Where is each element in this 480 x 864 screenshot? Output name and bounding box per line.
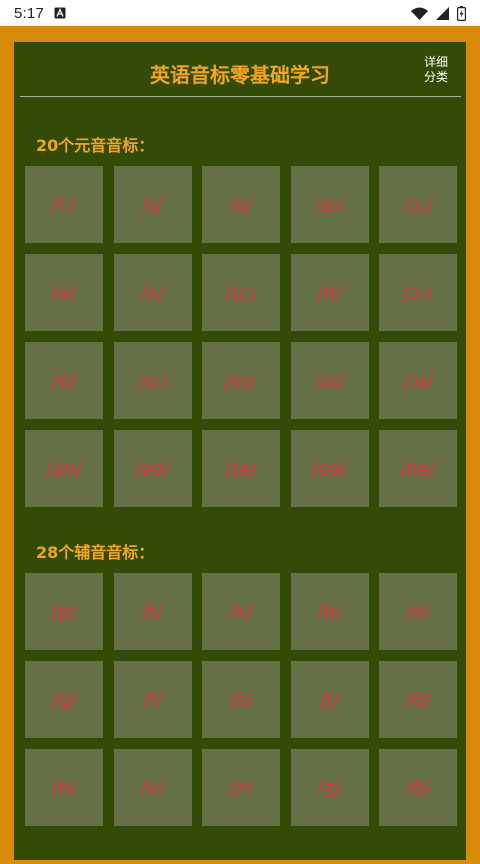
signal-icon	[436, 6, 449, 20]
consonant-tile[interactable]: /ð/	[379, 749, 457, 826]
vowel-tile[interactable]: /uː/	[202, 254, 280, 331]
vowel-tile[interactable]: /iː/	[25, 166, 103, 243]
consonants-section-title: 28个辅音音标：	[36, 543, 155, 562]
vowel-tile[interactable]: /əʊ/	[113, 430, 192, 507]
vowel-tile[interactable]: /ɪə/	[202, 430, 280, 507]
vowel-grid: /iː//ɪ//e//æ//ɜː/ /ə//ʌ//uː//ʊ//ɔː/ /ɒ//ɑː…	[25, 166, 457, 507]
vowel-tile[interactable]: /aɪ/	[290, 342, 369, 419]
consonant-tile[interactable]: /s/	[202, 661, 280, 738]
detail-button-line-1: 详细	[423, 55, 448, 69]
vowel-tile[interactable]: /ʊə/	[379, 430, 457, 507]
vowels-section-title: 20个元音音标：	[36, 136, 155, 155]
vowel-tile[interactable]: /aʊ/	[25, 430, 103, 507]
page-title: 英语音标零基础学习	[150, 63, 330, 87]
vowel-tile[interactable]: /eə/	[290, 430, 369, 507]
consonant-grid: /p//t//k//b//d//g//f//s//ʃ//θ//h//v//z//…	[25, 573, 457, 826]
consonant-tile[interactable]: /b/	[290, 573, 369, 650]
detail-category-button[interactable]: 详细 分类	[422, 55, 450, 85]
battery-charging-icon	[457, 5, 466, 21]
vowel-tile[interactable]: /ɒ/	[25, 342, 103, 419]
main-board: 英语音标零基础学习 详细 分类 20个元音音标： /iː//ɪ//e//æ//ɜ…	[14, 42, 466, 860]
consonant-tile[interactable]: /t/	[113, 573, 192, 650]
font-a-icon	[54, 7, 66, 19]
consonant-tile[interactable]: /ʒ/	[290, 749, 369, 826]
vowel-tile[interactable]: /ɑː/	[113, 342, 192, 419]
consonant-tile[interactable]: /k/	[202, 573, 280, 650]
vowel-tile[interactable]: /æ/	[290, 166, 369, 243]
status-time: 5:17	[14, 4, 44, 22]
consonant-tile[interactable]: /ʃ/	[290, 661, 369, 738]
vowel-tile[interactable]: /ɜː/	[379, 166, 457, 243]
consonant-tile[interactable]: /g/	[25, 661, 103, 738]
consonant-tile[interactable]: /z/	[202, 749, 280, 826]
consonant-tile[interactable]: /p/	[25, 573, 103, 650]
vowel-tile[interactable]: /ɔː/	[379, 254, 457, 331]
consonant-tile[interactable]: /d/	[379, 573, 457, 650]
wifi-icon	[411, 7, 428, 20]
consonant-tile[interactable]: /v/	[113, 749, 192, 826]
header-divider	[20, 96, 461, 97]
vowel-tile[interactable]: /e/	[202, 166, 280, 243]
vowel-tile[interactable]: /ɔɪ/	[379, 342, 457, 419]
vowel-tile[interactable]: /ɪ/	[113, 166, 192, 243]
header: 英语音标零基础学习 详细 分类	[14, 42, 466, 96]
consonant-tile[interactable]: /θ/	[379, 661, 457, 738]
consonant-tile[interactable]: /f/	[113, 661, 192, 738]
vowel-tile[interactable]: /ə/	[25, 254, 103, 331]
detail-button-line-2: 分类	[423, 70, 448, 84]
consonant-tile[interactable]: /h/	[25, 749, 103, 826]
vowel-tile[interactable]: /eɪ/	[202, 342, 280, 419]
vowel-tile[interactable]: /ʌ/	[113, 254, 192, 331]
vowel-tile[interactable]: /ʊ/	[290, 254, 369, 331]
status-bar: 5:17	[0, 0, 480, 26]
